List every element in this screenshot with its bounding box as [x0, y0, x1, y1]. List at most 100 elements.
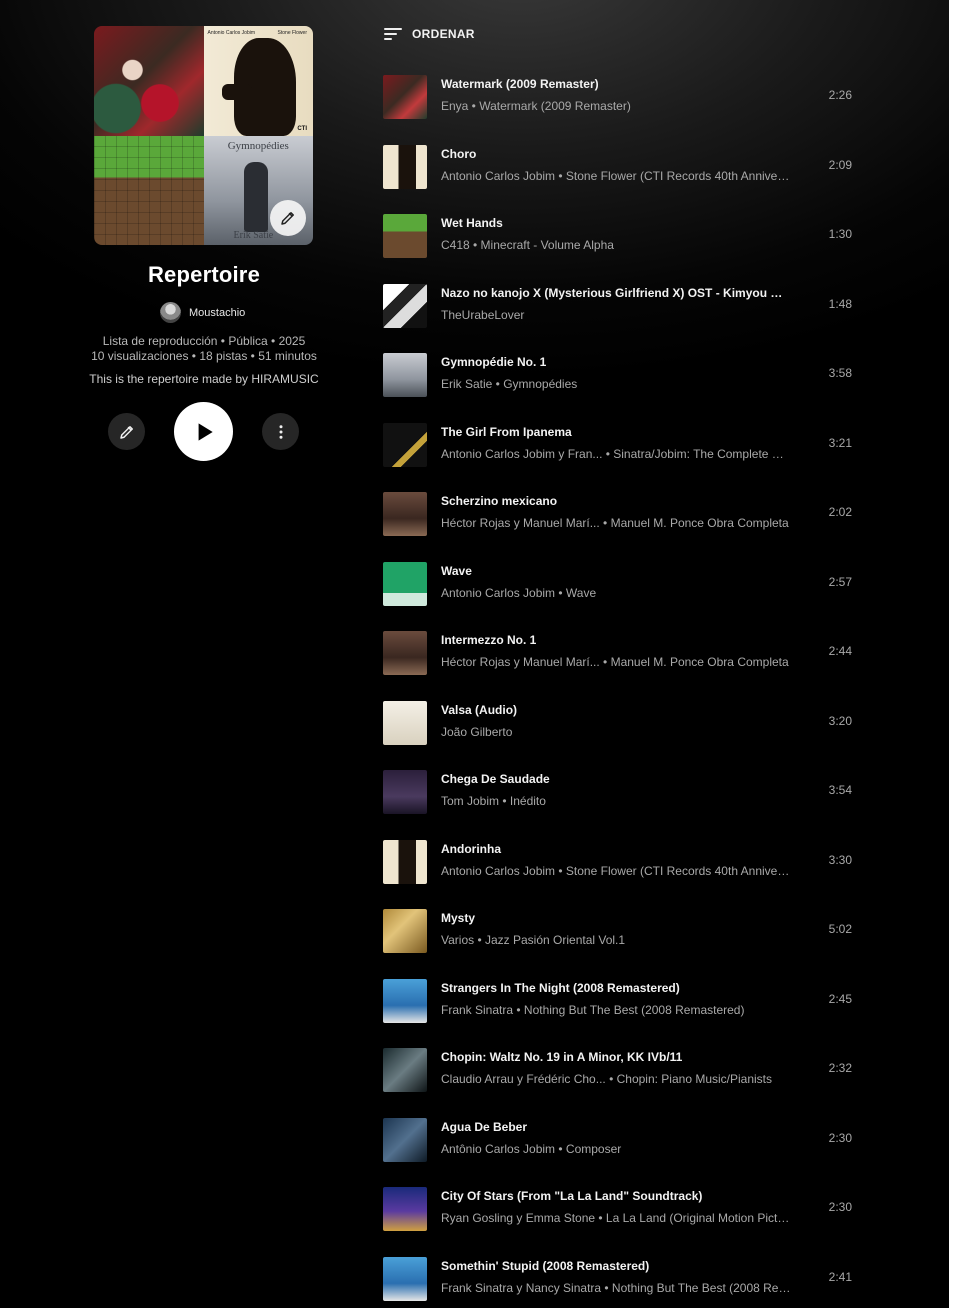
track-thumbnail[interactable] [383, 144, 427, 189]
track-title[interactable]: Mysty [441, 911, 791, 925]
track-subtitle[interactable]: Tom Jobim • Inédito [441, 794, 791, 808]
track-title[interactable]: Intermezzo No. 1 [441, 633, 791, 647]
track-duration: 2:44 [828, 644, 852, 658]
cover-pixel-grid [94, 135, 204, 245]
track-title[interactable]: Scherzino mexicano [441, 494, 791, 508]
track-title[interactable]: Wet Hands [441, 216, 791, 230]
track-row[interactable]: Strangers In The Night (2008 Remastered)… [383, 976, 858, 1026]
track-subtitle[interactable]: Enya • Watermark (2009 Remaster) [441, 99, 791, 113]
track-row[interactable]: Chega De Saudade Tom Jobim • Inédito 3:54 [383, 767, 858, 817]
sort-icon [384, 28, 402, 40]
track-title[interactable]: Nazo no kanojo X (Mysterious Girlfriend … [441, 286, 791, 300]
track-thumbnail[interactable] [383, 770, 427, 814]
track-row[interactable]: Scherzino mexicano Héctor Rojas y Manuel … [383, 489, 858, 539]
track-row[interactable]: Valsa (Audio) João Gilberto 3:20 [383, 698, 858, 748]
track-thumbnail[interactable] [383, 75, 427, 119]
track-thumbnail[interactable] [383, 492, 427, 536]
track-duration: 2:30 [828, 1130, 852, 1145]
track-title[interactable]: Valsa (Audio) [441, 703, 791, 717]
track-subtitle[interactable]: Claudio Arrau y Frédéric Cho... • Chopin… [441, 1072, 791, 1086]
track-thumbnail[interactable] [383, 1256, 427, 1301]
playlist-actions [108, 402, 300, 461]
track-thumbnail[interactable] [383, 1048, 427, 1092]
track-title[interactable]: Somethin' Stupid (2008 Remastered) [441, 1259, 791, 1273]
track-thumbnail[interactable] [383, 214, 427, 258]
track-row[interactable]: Wave Antonio Carlos Jobim • Wave 2:57 [383, 559, 858, 609]
track-row[interactable]: Andorinha Antonio Carlos Jobim • Stone Fl… [383, 837, 858, 887]
track-subtitle[interactable]: Antonio Carlos Jobim • Wave [441, 586, 791, 600]
track-row[interactable]: Watermark (2009 Remaster) Enya • Watermar… [383, 72, 858, 122]
cover-art-stone-flower: Antonio Carlos Jobim Stone Flower CTI [203, 26, 313, 136]
track-title[interactable]: Chega De Saudade [441, 772, 791, 786]
track-duration: 2:45 [828, 991, 852, 1006]
track-title[interactable]: Wave [441, 564, 791, 578]
track-title[interactable]: Agua De Beber [441, 1120, 791, 1134]
owner-avatar[interactable] [160, 302, 181, 323]
cover-title-text: Gymnopédies [227, 139, 289, 152]
track-title[interactable]: Andorinha [441, 842, 791, 856]
track-thumbnail[interactable] [383, 978, 427, 1023]
edit-cover-button[interactable] [270, 200, 306, 236]
playlist-header-panel: Antonio Carlos Jobim Stone Flower CTI Gy… [0, 0, 370, 1308]
track-row[interactable]: City Of Stars (From "La La Land" Soundtr… [383, 1184, 858, 1234]
track-duration: 2:26 [828, 88, 852, 102]
track-thumbnail[interactable] [383, 561, 427, 606]
track-subtitle[interactable]: Antonio Carlos Jobim y Fran... • Sinatra… [441, 447, 791, 461]
track-row[interactable]: Agua De Beber Antônio Carlos Jobim • Comp… [383, 1115, 858, 1165]
track-duration: 5:02 [828, 922, 852, 936]
track-subtitle[interactable]: Antonio Carlos Jobim • Stone Flower (CTI… [441, 864, 791, 878]
track-thumbnail[interactable] [383, 700, 427, 745]
owner-name[interactable]: Moustachio [189, 307, 245, 319]
track-row[interactable]: Mysty Varios • Jazz Pasión Oriental Vol.1… [383, 906, 858, 956]
playlist-meta-stats: 10 visualizaciones • 18 pistas • 51 minu… [91, 349, 317, 363]
track-subtitle[interactable]: Varios • Jazz Pasión Oriental Vol.1 [441, 933, 791, 947]
track-duration: 2:02 [828, 505, 852, 519]
sort-button[interactable]: ORDENAR [383, 26, 475, 42]
track-row[interactable]: Chopin: Waltz No. 19 in A Minor, KK IVb/… [383, 1045, 858, 1095]
cover-art-minecraft [94, 135, 204, 245]
track-row[interactable]: The Girl From Ipanema Antonio Carlos Jobi… [383, 420, 858, 470]
track-thumbnail[interactable] [383, 283, 427, 328]
track-thumbnail[interactable] [383, 839, 427, 884]
play-button[interactable] [174, 402, 233, 461]
playlist-owner[interactable]: Moustachio [160, 302, 245, 323]
track-subtitle[interactable]: Erik Satie • Gymnopédies [441, 377, 791, 391]
track-subtitle[interactable]: João Gilberto [441, 725, 791, 739]
track-thumbnail[interactable] [383, 1187, 427, 1231]
track-subtitle[interactable]: Héctor Rojas y Manuel Marí... • Manuel M… [441, 655, 791, 669]
track-duration: 3:20 [828, 713, 852, 728]
track-row[interactable]: Nazo no kanojo X (Mysterious Girlfriend … [383, 281, 858, 331]
track-subtitle[interactable]: Ryan Gosling y Emma Stone • La La Land (… [441, 1211, 791, 1225]
track-title[interactable]: City Of Stars (From "La La Land" Soundtr… [441, 1189, 791, 1203]
track-subtitle[interactable]: C418 • Minecraft - Volume Alpha [441, 238, 791, 252]
track-subtitle[interactable]: Héctor Rojas y Manuel Marí... • Manuel M… [441, 516, 791, 530]
cover-album-text: Stone Flower [277, 30, 307, 36]
more-options-button[interactable] [262, 413, 299, 450]
track-row[interactable]: Gymnopédie No. 1 Erik Satie • Gymnopédies… [383, 350, 858, 400]
track-title[interactable]: Watermark (2009 Remaster) [441, 77, 791, 91]
track-subtitle[interactable]: Antonio Carlos Jobim • Stone Flower (CTI… [441, 169, 791, 183]
track-row[interactable]: Somethin' Stupid (2008 Remastered) Frank … [383, 1254, 858, 1304]
track-row[interactable]: Choro Antonio Carlos Jobim • Stone Flower… [383, 142, 858, 192]
playlist-title: Repertoire [147, 262, 261, 287]
edit-playlist-button[interactable] [108, 413, 145, 450]
track-title[interactable]: Gymnopédie No. 1 [441, 355, 791, 369]
track-subtitle[interactable]: Frank Sinatra • Nothing But The Best (20… [441, 1003, 791, 1017]
cover-silhouette-hand [221, 84, 252, 100]
track-thumbnail[interactable] [383, 909, 427, 953]
track-title[interactable]: The Girl From Ipanema [441, 425, 791, 439]
track-thumbnail[interactable] [383, 1117, 427, 1162]
track-thumbnail[interactable] [383, 353, 427, 397]
sort-label: ORDENAR [412, 27, 475, 41]
track-subtitle[interactable]: Frank Sinatra y Nancy Sinatra • Nothing … [441, 1281, 791, 1295]
track-subtitle[interactable]: TheUrabeLover [441, 308, 791, 322]
track-title[interactable]: Chopin: Waltz No. 19 in A Minor, KK IVb/… [441, 1050, 791, 1064]
cover-art-watermark [94, 26, 204, 136]
track-thumbnail[interactable] [383, 631, 427, 675]
track-title[interactable]: Choro [441, 147, 791, 161]
track-subtitle[interactable]: Antônio Carlos Jobim • Composer [441, 1142, 791, 1156]
track-title[interactable]: Strangers In The Night (2008 Remastered) [441, 981, 791, 995]
track-thumbnail[interactable] [383, 422, 427, 467]
track-row[interactable]: Intermezzo No. 1 Héctor Rojas y Manuel Ma… [383, 628, 858, 678]
track-row[interactable]: Wet Hands C418 • Minecraft - Volume Alpha… [383, 211, 858, 261]
